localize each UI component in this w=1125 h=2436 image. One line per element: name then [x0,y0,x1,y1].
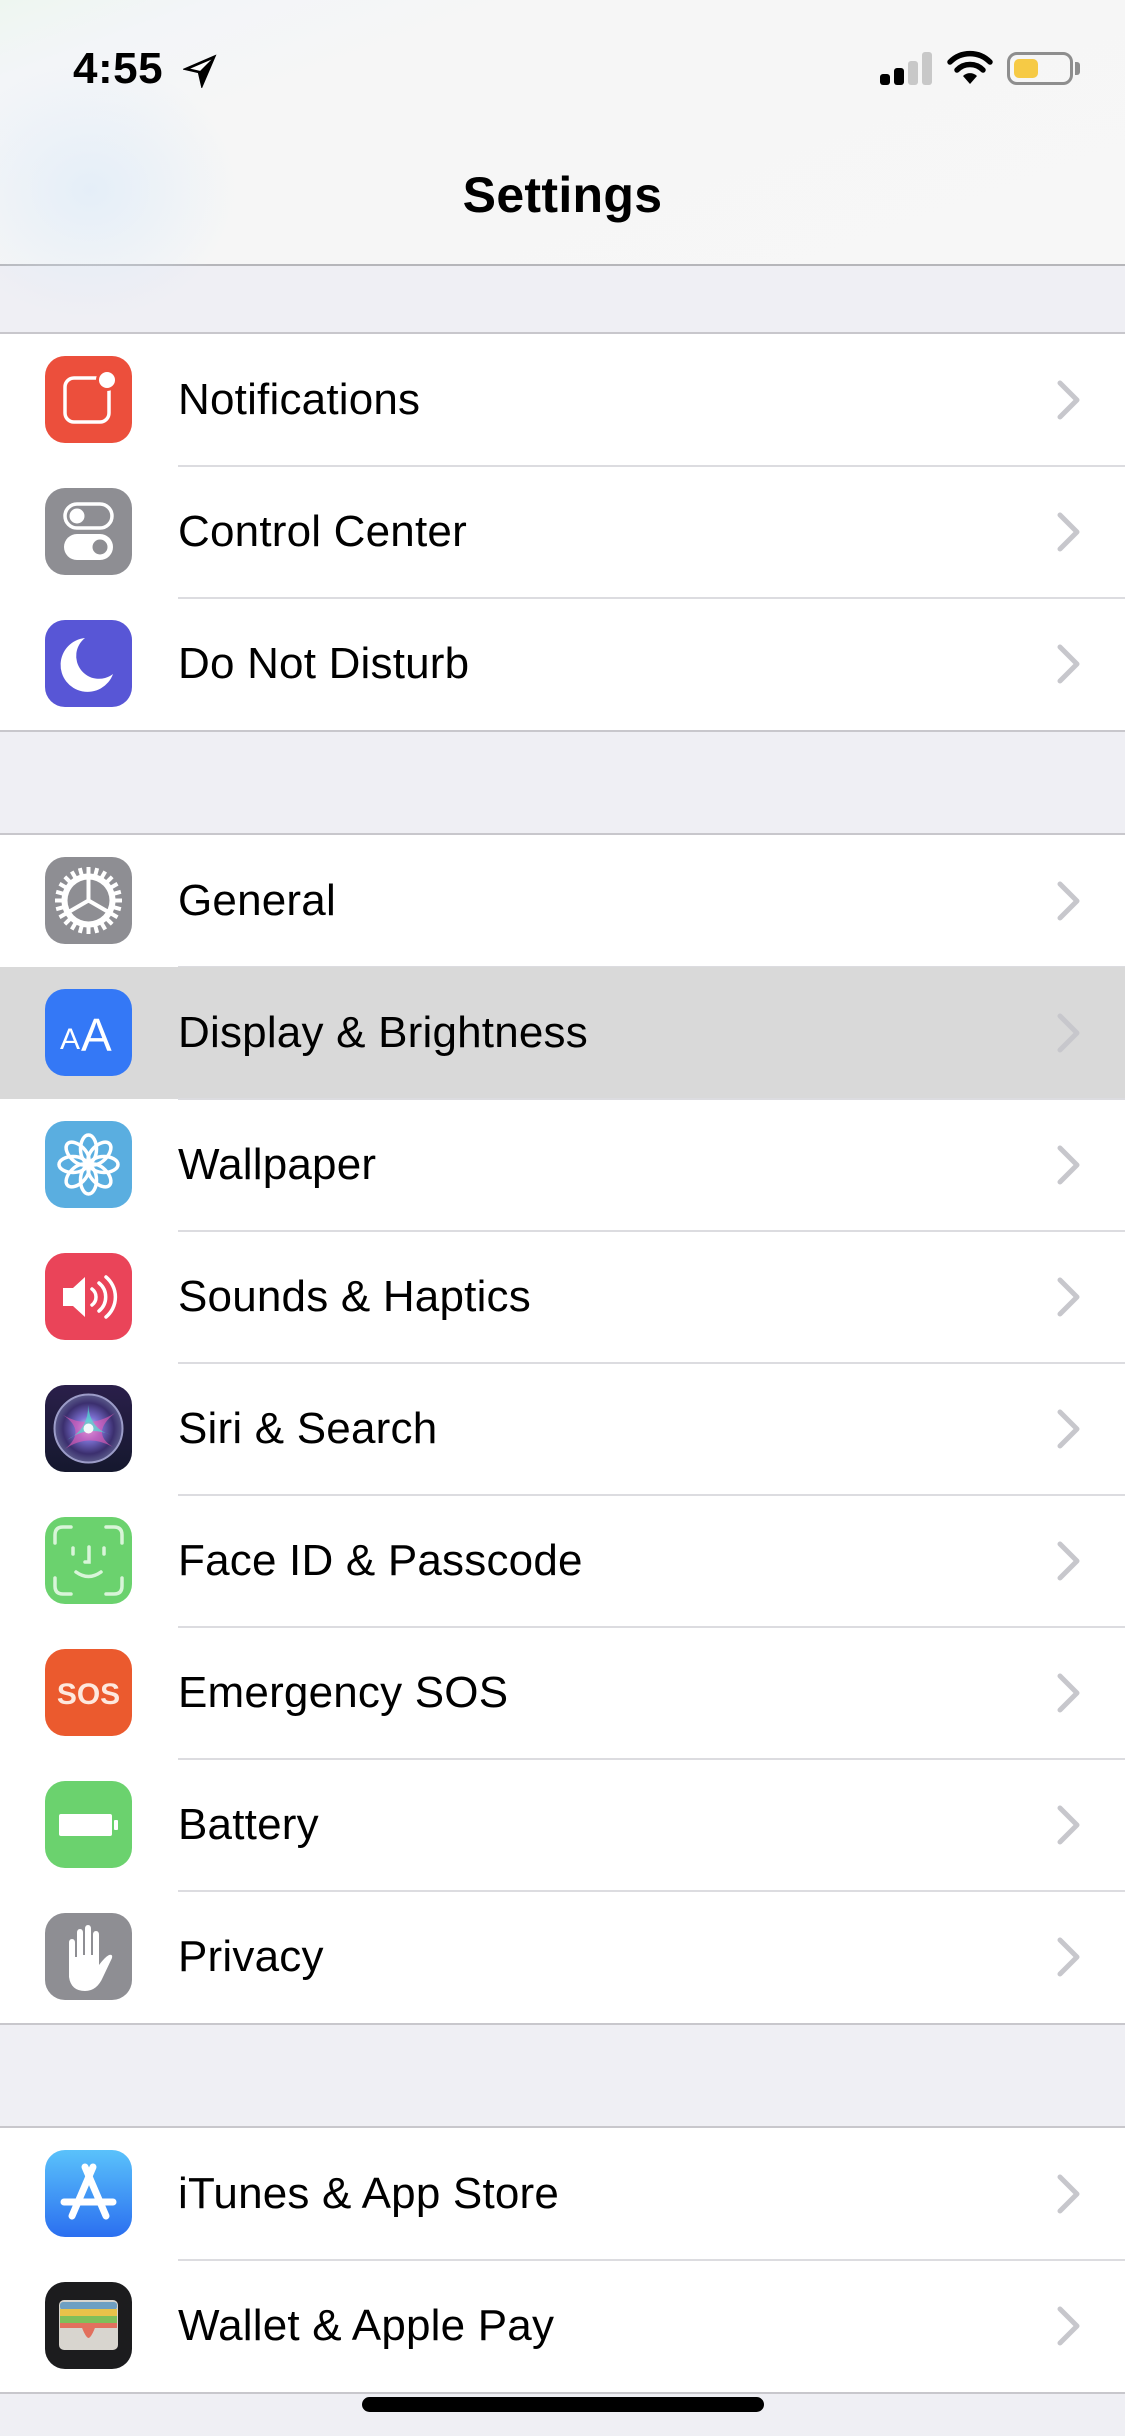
row-label: Battery [178,1800,319,1849]
location-arrow-icon [183,54,217,88]
settings-row-notifications[interactable]: Notifications [0,334,1125,467]
chevron-right-icon [1057,644,1080,684]
settings-row-display-brightness[interactable]: A A Display & Brightness [0,967,1125,1100]
chevron-right-icon [1057,2306,1080,2346]
chevron-right-icon [1057,1541,1080,1581]
settings-row-sounds-haptics[interactable]: Sounds & Haptics [0,1231,1125,1364]
settings-row-face-id-passcode[interactable]: Face ID & Passcode [0,1495,1125,1628]
face-id-icon [45,1517,132,1604]
speaker-icon [45,1253,132,1340]
control-center-icon [45,488,132,575]
wallpaper-flower-icon [45,1121,132,1208]
settings-row-battery[interactable]: Battery [0,1759,1125,1892]
cellular-signal-icon [880,52,934,85]
row-label: Do Not Disturb [178,639,470,688]
battery-fill [1014,59,1038,78]
status-time: 4:55 [73,44,164,93]
wallet-icon [45,2282,132,2369]
navigation-header: 4:55 Settings [0,0,1125,320]
settings-row-wallpaper[interactable]: Wallpaper [0,1099,1125,1232]
chevron-right-icon [1057,2174,1080,2214]
settings-group-1: Notifications Control Center Do Not Dist… [0,332,1125,732]
chevron-right-icon [1057,380,1080,420]
row-label: Sounds & Haptics [178,1272,531,1321]
row-label: Wallet & Apple Pay [178,2301,555,2350]
settings-row-general[interactable]: General [0,835,1125,968]
chevron-right-icon [1057,1937,1080,1977]
signal-bar [922,52,932,85]
settings-row-emergency-sos[interactable]: SOS Emergency SOS [0,1627,1125,1760]
signal-bar [880,74,890,85]
svg-text:SOS: SOS [57,1678,120,1711]
chevron-right-icon [1057,1277,1080,1317]
notifications-icon [45,356,132,443]
settings-row-wallet-apple-pay[interactable]: Wallet & Apple Pay [0,2260,1125,2392]
svg-text:A: A [81,1009,112,1061]
row-label: Emergency SOS [178,1668,509,1717]
row-label: Notifications [178,375,421,424]
moon-icon [45,620,132,707]
chevron-right-icon [1057,1013,1080,1053]
signal-bar [908,61,918,85]
app-store-icon [45,2150,132,2237]
settings-row-itunes-app-store[interactable]: iTunes & App Store [0,2128,1125,2261]
chevron-right-icon [1057,512,1080,552]
row-label: General [178,876,336,925]
chevron-right-icon [1057,1145,1080,1185]
battery-nub [1075,62,1080,75]
sos-icon: SOS [45,1649,132,1736]
wifi-icon [947,50,993,84]
row-label: Control Center [178,507,467,556]
settings-row-siri-search[interactable]: Siri & Search [0,1363,1125,1496]
row-label: Siri & Search [178,1404,438,1453]
svg-text:A: A [60,1023,80,1056]
hand-icon [45,1913,132,2000]
row-label: Face ID & Passcode [178,1536,583,1585]
row-label: Wallpaper [178,1140,377,1189]
settings-row-privacy[interactable]: Privacy [0,1891,1125,2023]
status-bar: 4:55 [0,0,1125,132]
chevron-right-icon [1057,1409,1080,1449]
settings-row-control-center[interactable]: Control Center [0,466,1125,599]
settings-group-2: General A A Display & Brightness Wallpap… [0,833,1125,2025]
battery-icon [45,1781,132,1868]
settings-group-3: iTunes & App Store Wallet & Apple Pay [0,2126,1125,2394]
chevron-right-icon [1057,881,1080,921]
chevron-right-icon [1057,1673,1080,1713]
home-indicator[interactable] [362,2397,764,2412]
chevron-right-icon [1057,1805,1080,1845]
page-title: Settings [462,167,663,223]
gear-icon [45,857,132,944]
row-label: Privacy [178,1932,324,1981]
row-label: iTunes & App Store [178,2169,560,2218]
battery-indicator [1007,52,1073,85]
settings-row-do-not-disturb[interactable]: Do Not Disturb [0,598,1125,730]
row-label: Display & Brightness [178,1008,588,1057]
display-brightness-icon: A A [45,989,132,1076]
siri-icon [45,1385,132,1472]
signal-bar [894,68,904,85]
